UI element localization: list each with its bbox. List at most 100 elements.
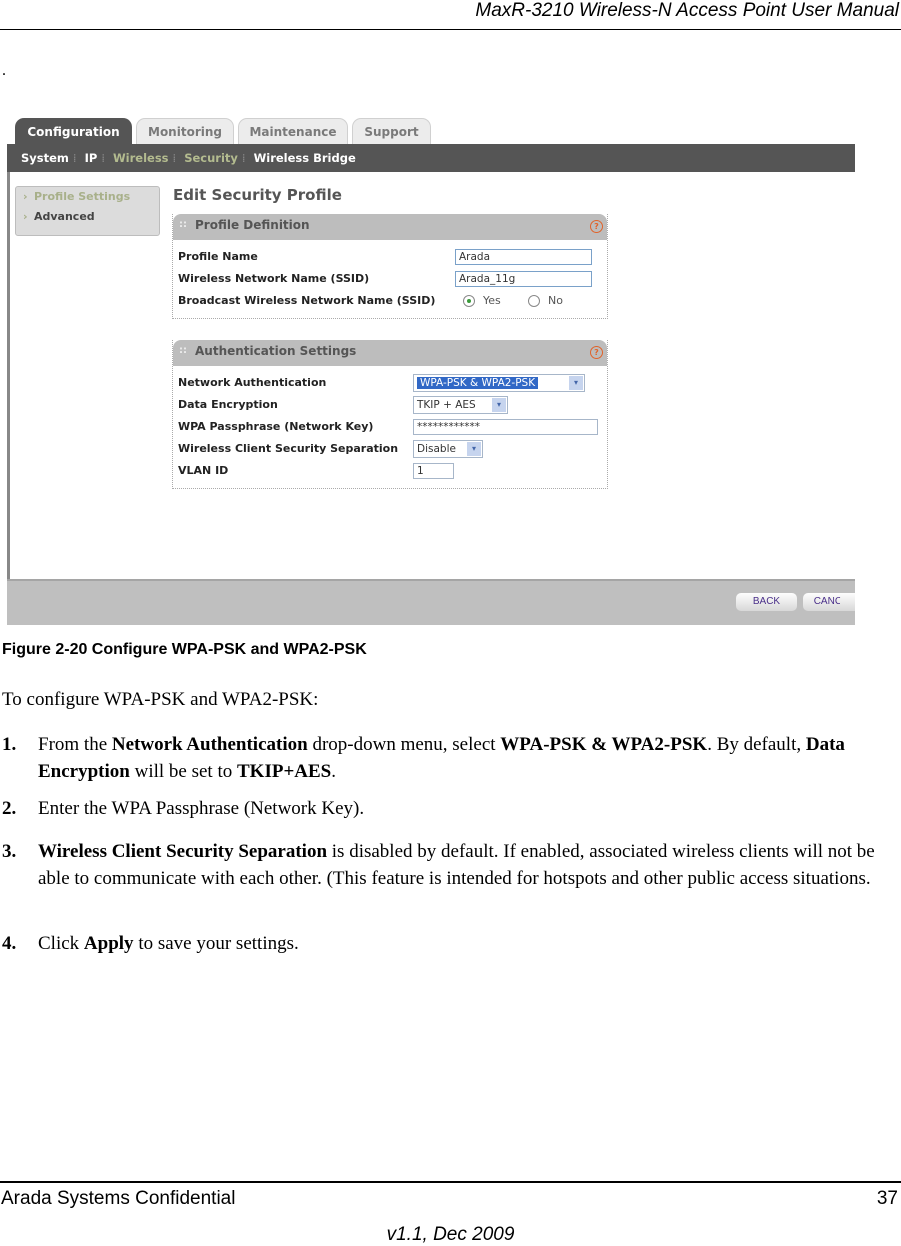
figure-caption: Figure 2-20 Configure WPA-PSK and WPA2-P…: [2, 641, 367, 658]
step-3: 3. Wireless Client Security Separation is…: [2, 838, 892, 892]
sidemenu-label: Advanced: [34, 210, 95, 223]
chevron-right-icon: ›: [23, 190, 28, 203]
subnav-ip[interactable]: IP: [85, 144, 98, 172]
emphasis-text: TKIP+AES: [237, 761, 332, 782]
help-icon[interactable]: ?: [590, 346, 603, 359]
step-text: Enter the WPA Passphrase (Network Key).: [38, 795, 892, 822]
subnav-system[interactable]: System: [21, 144, 69, 172]
body-text: drop-down menu, select: [307, 734, 501, 755]
subnav-separator: ⁞: [101, 151, 105, 165]
chevron-down-icon: ▾: [467, 442, 481, 456]
network-auth-select[interactable]: WPA-PSK & WPA2-PSK ▾: [413, 374, 585, 392]
left-edge-bar: [7, 172, 10, 625]
profile-definition-panel: :: Profile Definition ? Profile Name Ara…: [172, 214, 608, 319]
tab-maintenance[interactable]: Maintenance: [238, 118, 348, 145]
client-separation-label: Wireless Client Security Separation: [178, 442, 399, 455]
back-button[interactable]: BACK: [736, 593, 797, 611]
subnav-separator: ⁞: [172, 151, 177, 165]
sidemenu-item-profile-settings[interactable]: › Profile Settings: [16, 187, 159, 207]
broadcast-yes-radio[interactable]: [463, 295, 475, 307]
chevron-down-icon: ▾: [569, 376, 583, 390]
panel-header: :: Profile Definition ?: [173, 214, 607, 240]
chevron-right-icon: ›: [23, 210, 28, 223]
step-4: 4. Click Apply to save your settings.: [2, 930, 892, 957]
selected-value: TKIP + AES: [417, 399, 476, 411]
step-text: Click Apply to save your settings.: [38, 930, 892, 957]
profile-name-row: Profile Name Arada: [173, 246, 607, 268]
broadcast-no-radio[interactable]: [528, 295, 540, 307]
body-text: will be set to: [129, 761, 237, 782]
broadcast-yes-label: Yes: [483, 294, 501, 307]
apply-button-partial[interactable]: [840, 593, 855, 611]
grip-icon: ::: [179, 345, 187, 356]
manual-page: MaxR-3210 Wireless-N Access Point User M…: [0, 0, 901, 1246]
network-auth-row: Network Authentication WPA-PSK & WPA2-PS…: [173, 372, 607, 394]
passphrase-row: WPA Passphrase (Network Key) ***********…: [173, 416, 607, 438]
subnav-wireless-bridge[interactable]: Wireless Bridge: [254, 144, 356, 172]
panel-title: Authentication Settings: [195, 344, 357, 358]
panel-title: Profile Definition: [195, 218, 310, 232]
step-number: 2.: [2, 798, 17, 819]
vlan-id-row: VLAN ID 1: [173, 460, 607, 482]
step-text: From the Network Authentication drop-dow…: [38, 731, 892, 785]
broadcast-ssid-label: Broadcast Wireless Network Name (SSID): [178, 294, 436, 307]
vlan-id-label: VLAN ID: [178, 464, 229, 477]
passphrase-input[interactable]: ************: [413, 419, 598, 435]
tab-configuration[interactable]: Configuration: [15, 118, 132, 145]
emphasis-text: Network Authentication: [111, 734, 308, 755]
ssid-label: Wireless Network Name (SSID): [178, 272, 370, 285]
chevron-down-icon: ▾: [492, 398, 506, 412]
data-encryption-select[interactable]: TKIP + AES ▾: [413, 396, 508, 414]
help-icon[interactable]: ?: [590, 220, 603, 233]
page-title: Edit Security Profile: [173, 186, 342, 204]
page-number: 37: [876, 1188, 898, 1209]
sidemenu-item-advanced[interactable]: › Advanced: [16, 207, 159, 227]
body-text: Click: [38, 933, 84, 954]
intro-text: To configure WPA-PSK and WPA2-PSK:: [2, 689, 319, 710]
ssid-input[interactable]: Arada_11g: [455, 271, 592, 287]
sidemenu-label: Profile Settings: [34, 190, 131, 203]
subnav-separator: ⁞: [241, 151, 246, 165]
subnav-security[interactable]: Security: [184, 144, 238, 172]
stray-dot: .: [2, 62, 6, 79]
manual-title: MaxR-3210 Wireless-N Access Point User M…: [475, 0, 899, 21]
profile-name-label: Profile Name: [178, 250, 258, 263]
vlan-id-input[interactable]: 1: [413, 463, 454, 479]
body-text: . By default,: [707, 734, 806, 755]
ui-screenshot: Configuration Monitoring Maintenance Sup…: [7, 116, 855, 625]
header-rule: [0, 29, 901, 30]
client-separation-select[interactable]: Disable ▾: [413, 440, 483, 458]
sub-navigation: System ⁞ IP ⁞ Wireless ⁞ Security ⁞ Wireless…: [7, 144, 855, 172]
profile-name-input[interactable]: Arada: [455, 249, 592, 265]
action-bar: BACK CANCEL: [7, 579, 855, 625]
footer-rule: [0, 1181, 901, 1183]
tab-monitoring[interactable]: Monitoring: [136, 118, 234, 145]
footer-company: Arada Systems Confidential: [1, 1188, 236, 1209]
main-tabs: Configuration Monitoring Maintenance Sup…: [7, 116, 855, 145]
subnav-separator: ⁞: [72, 151, 77, 165]
body-text: .: [331, 761, 336, 782]
emphasis-text: Wireless Client Security Separation: [38, 841, 328, 862]
step-1: 1. From the Network Authentication drop-d…: [2, 731, 892, 785]
step-number: 1.: [2, 734, 17, 755]
data-encryption-row: Data Encryption TKIP + AES ▾: [173, 394, 607, 416]
panel-header: :: Authentication Settings ?: [173, 340, 607, 366]
side-menu: › Profile Settings › Advanced: [15, 186, 160, 236]
ssid-row: Wireless Network Name (SSID) Arada_11g: [173, 268, 607, 290]
network-auth-label: Network Authentication: [178, 376, 327, 389]
body-text: From the: [38, 734, 112, 755]
authentication-settings-panel: :: Authentication Settings ? Network Aut…: [172, 340, 608, 489]
step-number: 3.: [2, 841, 17, 862]
step-2: 2. Enter the WPA Passphrase (Network Key)…: [2, 795, 892, 822]
selected-value: Disable: [417, 443, 456, 455]
broadcast-no-label: No: [548, 294, 563, 307]
emphasis-text: Apply: [83, 933, 134, 954]
body-text: to save your settings.: [133, 933, 299, 954]
client-separation-row: Wireless Client Security Separation Disa…: [173, 438, 607, 460]
footer-version: v1.1, Dec 2009: [386, 1224, 515, 1245]
subnav-wireless[interactable]: Wireless: [113, 144, 169, 172]
tab-support[interactable]: Support: [352, 118, 431, 145]
step-text: Wireless Client Security Separation is d…: [38, 838, 892, 892]
data-encryption-label: Data Encryption: [178, 398, 278, 411]
selected-value: WPA-PSK & WPA2-PSK: [417, 377, 539, 389]
